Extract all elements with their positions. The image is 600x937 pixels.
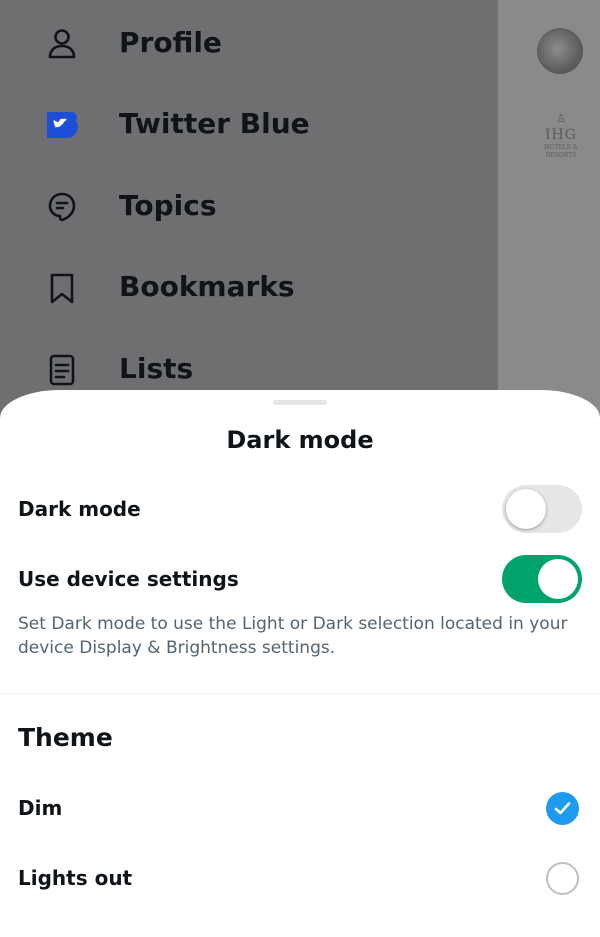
person-icon	[44, 26, 80, 62]
device-settings-helper-text: Set Dark mode to use the Light or Dark s…	[18, 614, 568, 658]
drawer-item-lists[interactable]: Lists	[0, 338, 490, 398]
sheet-grabber-handle[interactable]	[273, 400, 327, 405]
theme-option-lights-out-label[interactable]: Lights out	[18, 865, 132, 891]
drawer-item-label: Bookmarks	[119, 270, 295, 303]
dark-mode-label: Dark mode	[18, 497, 141, 521]
drawer-item-profile[interactable]: Profile	[0, 12, 490, 72]
dark-mode-toggle[interactable]	[502, 485, 582, 533]
twitter-blue-icon	[44, 107, 80, 143]
theme-section-title: Theme	[18, 723, 113, 752]
toggle-knob	[538, 559, 578, 599]
drawer-item-bookmarks[interactable]: Bookmarks	[0, 256, 490, 316]
ihg-logo: ♙ IHG HOTELS & RESORTS	[544, 112, 578, 159]
device-settings-toggle[interactable]	[502, 555, 582, 603]
divider	[0, 693, 600, 694]
topics-icon	[44, 189, 80, 225]
lists-icon	[44, 352, 80, 388]
drawer-item-label: Profile	[119, 26, 222, 59]
drawer-item-label: Lists	[119, 352, 194, 385]
bookmark-icon	[44, 270, 80, 306]
sheet-title: Dark mode	[226, 426, 374, 454]
theme-option-dim-radio[interactable]	[546, 792, 579, 825]
drawer-item-twitter-blue[interactable]: Twitter Blue	[0, 93, 490, 153]
device-settings-label: Use device settings	[18, 567, 239, 591]
avatar[interactable]	[537, 28, 583, 74]
dark-mode-sheet: Dark mode Dark mode Use device settings …	[0, 390, 600, 937]
toggle-knob	[506, 489, 546, 529]
drawer-item-label: Twitter Blue	[119, 107, 310, 140]
theme-option-dim-label[interactable]: Dim	[18, 795, 62, 821]
theme-option-lights-out-radio[interactable]	[546, 862, 579, 895]
checkmark-icon	[554, 802, 571, 815]
drawer-item-topics[interactable]: Topics	[0, 175, 490, 235]
drawer-item-label: Topics	[119, 189, 217, 222]
